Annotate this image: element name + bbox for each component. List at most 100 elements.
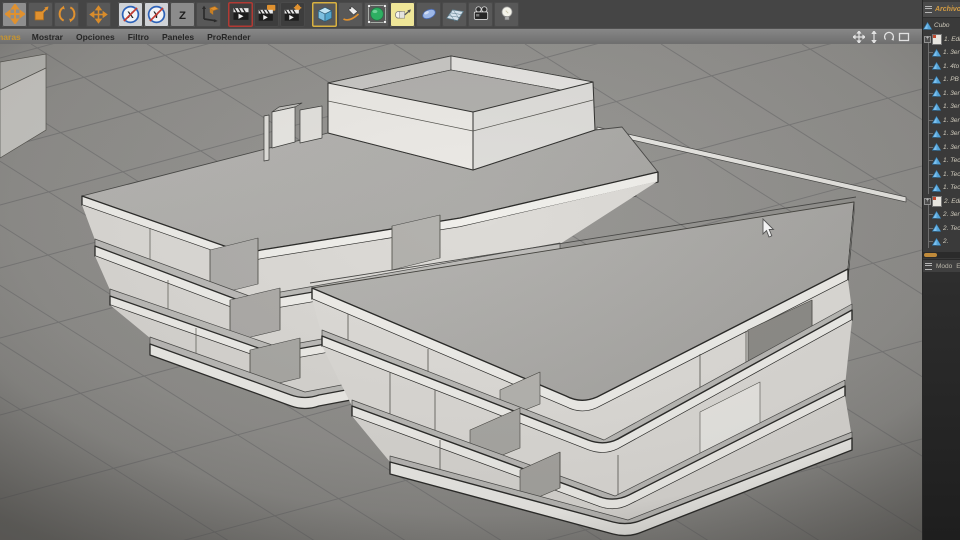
spline-primitive-button[interactable] xyxy=(416,2,441,27)
mode-menu-modo[interactable]: Modo xyxy=(936,263,952,270)
object-manager-panel: Archivo Cubo+1. Edificio1. 3er piso1. 4t… xyxy=(922,0,960,540)
scrollbar-thumb[interactable] xyxy=(924,253,937,257)
cube-icon xyxy=(315,4,335,24)
extrude-icon xyxy=(393,4,413,24)
menu-paneles[interactable]: Paneles xyxy=(162,32,194,42)
attribute-manager-panel xyxy=(923,272,960,540)
camera-icon xyxy=(471,4,491,24)
rotate-view-icon[interactable] xyxy=(883,31,895,43)
axis-z-icon: Z xyxy=(172,4,193,25)
pen-spline-button[interactable] xyxy=(338,2,363,27)
null-object-icon xyxy=(932,196,942,207)
polygon-object-icon xyxy=(932,143,941,151)
subdivision-surface-button[interactable] xyxy=(364,2,389,27)
tree-connector xyxy=(928,205,929,249)
scene-canvas xyxy=(0,44,922,540)
spline-primitive-icon xyxy=(419,4,439,24)
mode-menu-editar[interactable]: Editar xyxy=(956,263,960,270)
object-label: 1. 3er piso xyxy=(943,117,960,124)
object-label: 1. 3er piso xyxy=(943,144,960,151)
om-menu-archivo[interactable]: Archivo xyxy=(935,6,960,13)
object-label: 1. PB xyxy=(943,76,959,83)
mode-menu-icon[interactable] xyxy=(925,263,932,270)
free-move-icon xyxy=(89,5,108,24)
om-horizontal-scrollbar[interactable] xyxy=(923,252,960,258)
polygon-object-icon xyxy=(932,211,941,219)
polygon-object-icon xyxy=(932,76,941,84)
render-picture-viewer-icon xyxy=(257,4,277,24)
polygon-object-icon xyxy=(932,89,941,97)
object-label: 2. Edificio xyxy=(944,198,960,205)
polygon-object-icon xyxy=(932,62,941,70)
toggle-view-icon[interactable] xyxy=(898,31,910,43)
polygon-object-icon xyxy=(932,238,941,246)
subdivision-surface-icon xyxy=(367,4,387,24)
viewport-3d[interactable] xyxy=(0,44,922,540)
menu-camaras[interactable]: ámaras xyxy=(0,32,21,42)
render-settings-button[interactable] xyxy=(280,2,305,27)
viewport-controls xyxy=(853,29,910,44)
object-label: 2. xyxy=(943,238,948,245)
move-tool-icon[interactable] xyxy=(2,2,27,27)
render-view-icon xyxy=(231,4,251,24)
object-tree: Cubo+1. Edificio1. 3er piso1. 4to piso1.… xyxy=(923,19,960,251)
object-label: Cubo xyxy=(934,22,950,29)
rotate-tool-icon[interactable] xyxy=(54,2,79,27)
axis-z-lock-button[interactable]: Z xyxy=(170,2,195,27)
object-label: 1. 3er piso xyxy=(943,90,960,97)
polygon-object-icon xyxy=(932,49,941,57)
primitive-cube-button[interactable] xyxy=(312,2,337,27)
polygon-object-icon xyxy=(932,184,941,192)
polygon-object-icon xyxy=(932,116,941,124)
polygon-object-icon xyxy=(923,22,932,30)
floor-icon xyxy=(445,4,465,24)
panel-menu-icon[interactable] xyxy=(925,6,932,13)
object-label: 2. Techo 2 xyxy=(943,225,960,232)
menu-mostrar[interactable]: Mostrar xyxy=(32,32,63,42)
object-label: 1. 3er piso xyxy=(943,49,960,56)
menu-prorender[interactable]: ProRender xyxy=(207,32,250,42)
scale-tool-icon[interactable] xyxy=(28,2,53,27)
object-label: 1. 3er piso xyxy=(943,103,960,110)
polygon-object-icon xyxy=(932,157,941,165)
coordinate-system-button[interactable] xyxy=(196,2,221,27)
object-label: 1. Edificio xyxy=(944,36,960,43)
light-icon xyxy=(497,4,517,24)
light-button[interactable] xyxy=(494,2,519,27)
scale-icon xyxy=(31,4,51,24)
extrude-button[interactable] xyxy=(390,2,415,27)
object-tree-item[interactable]: Cubo xyxy=(923,19,960,33)
polygon-object-icon xyxy=(932,103,941,111)
object-label: 2. 3er piso xyxy=(943,211,960,218)
pen-icon xyxy=(341,4,361,24)
polygon-object-icon xyxy=(932,224,941,232)
axis-y-lock-button[interactable]: Y xyxy=(144,2,169,27)
app-window: X Y Z xyxy=(0,0,960,540)
axis-x-lock-button[interactable]: X xyxy=(118,2,143,27)
zoom-view-icon[interactable] xyxy=(868,31,880,43)
menu-opciones[interactable]: Opciones xyxy=(76,32,115,42)
svg-text:Z: Z xyxy=(179,9,186,21)
camera-button[interactable] xyxy=(468,2,493,27)
menu-filtro[interactable]: Filtro xyxy=(128,32,149,42)
floor-button[interactable] xyxy=(442,2,467,27)
photo-vignette xyxy=(0,44,922,540)
object-label: 1. 4to piso xyxy=(943,63,960,70)
coordinate-system-icon xyxy=(199,4,219,24)
axis-y-icon: Y xyxy=(146,4,167,25)
render-view-button[interactable] xyxy=(228,2,253,27)
render-picture-viewer-button[interactable] xyxy=(254,2,279,27)
move-icon xyxy=(5,4,25,24)
attribute-mode-bar: Modo Editar xyxy=(923,259,960,272)
render-settings-icon xyxy=(283,4,303,24)
object-label: 1. Techo xyxy=(943,171,960,178)
object-label: 1. 3er piso xyxy=(943,130,960,137)
free-move-tool-icon[interactable] xyxy=(86,2,111,27)
object-label: 1. Techo xyxy=(943,157,960,164)
pan-view-icon[interactable] xyxy=(853,31,865,43)
null-object-icon xyxy=(932,34,942,45)
viewport-menubar: ámaras Mostrar Opciones Filtro Paneles P… xyxy=(0,28,922,44)
main-toolbar: X Y Z xyxy=(0,0,922,28)
object-label: 1. Techo 2 xyxy=(943,184,960,191)
polygon-object-icon xyxy=(932,130,941,138)
